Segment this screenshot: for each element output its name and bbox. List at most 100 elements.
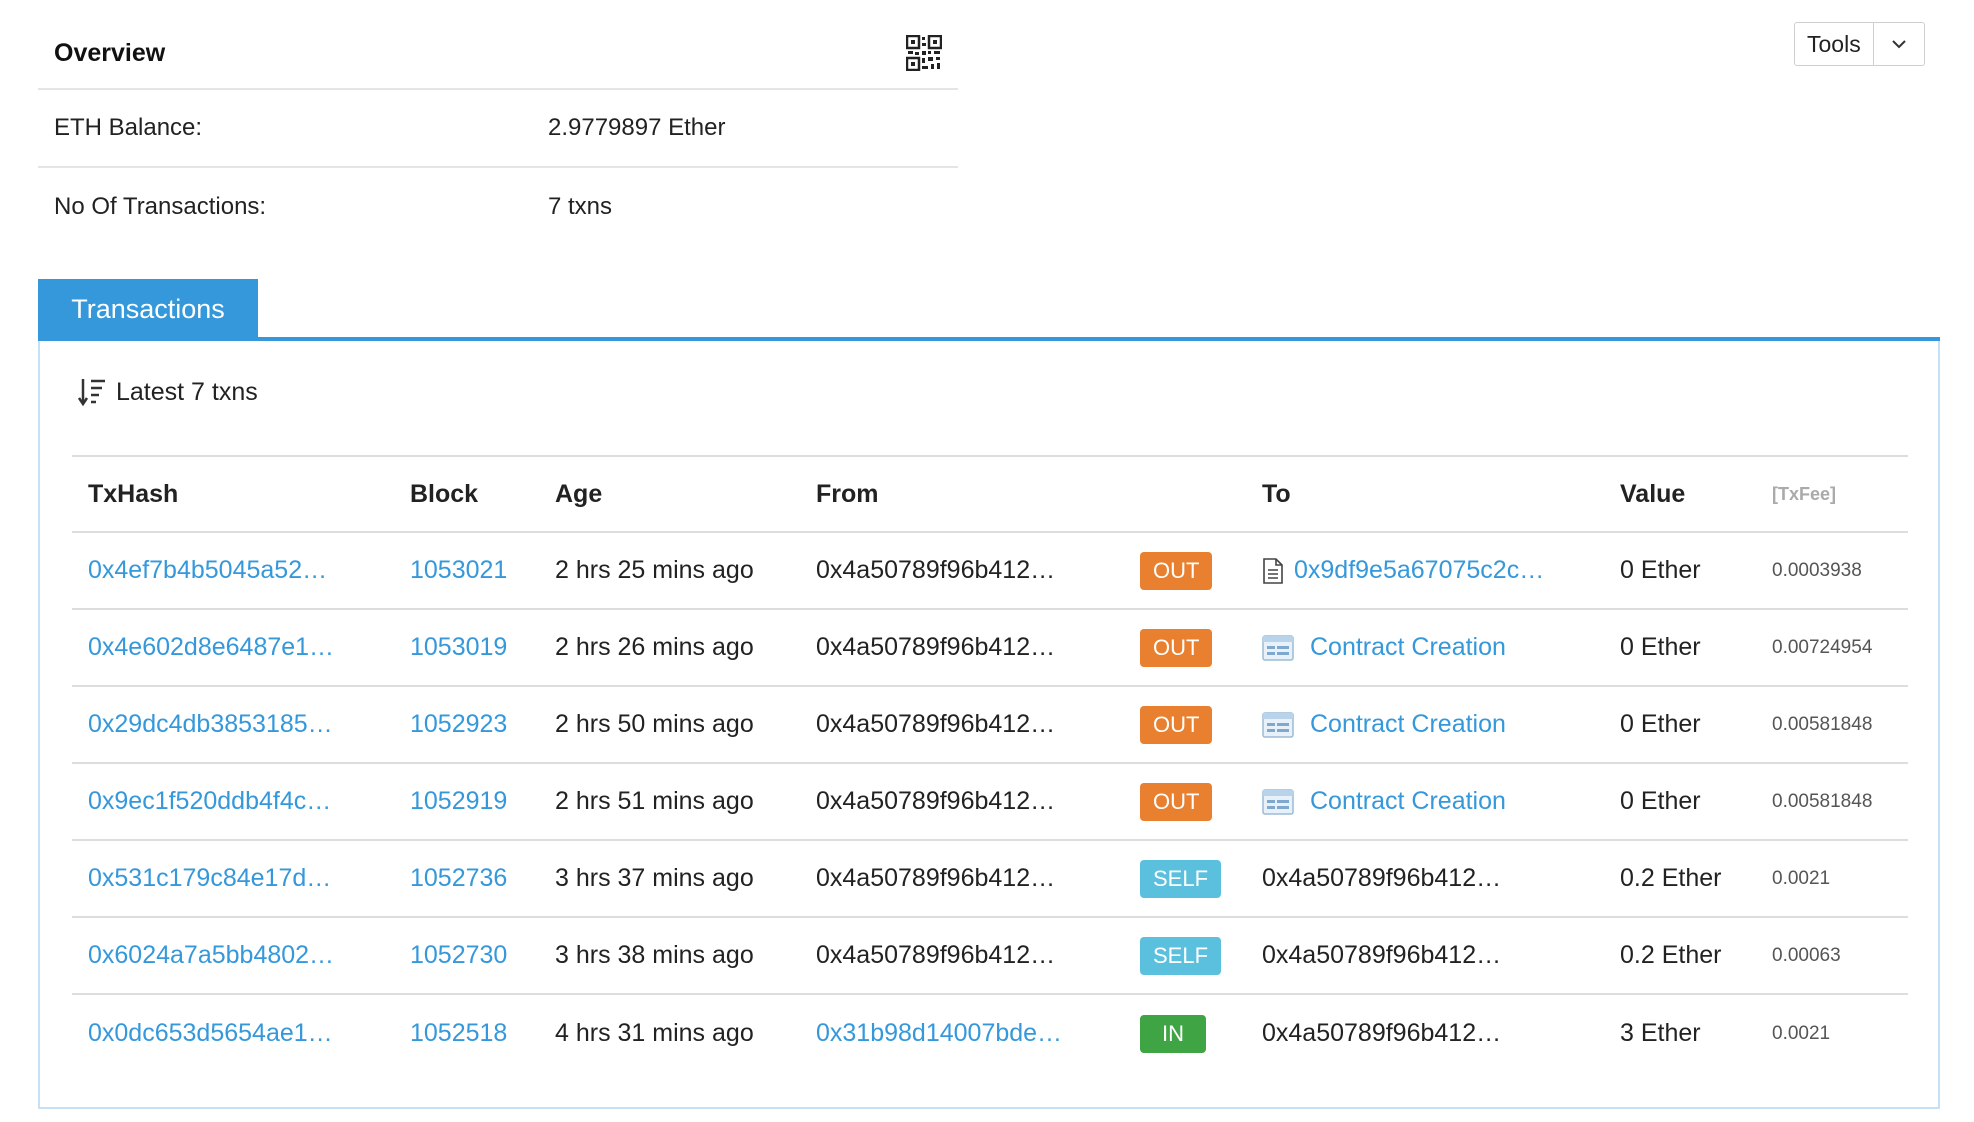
sort-descending-icon xyxy=(78,379,105,407)
tx-to-link[interactable]: 0x9df9e5a67075c2c… xyxy=(1294,556,1544,585)
contract-creation-icon xyxy=(1262,711,1294,738)
badge-in: IN xyxy=(1140,1014,1206,1053)
block-link[interactable]: 1052730 xyxy=(410,918,507,993)
table-row: 0x4ef7b4b5045a52… 1053021 2 hrs 25 mins … xyxy=(72,533,1908,610)
tx-from: 0x4a50789f96b412… xyxy=(816,941,1056,969)
tx-age: 2 hrs 25 mins ago xyxy=(555,556,754,584)
eth-balance-value: 2.9779897 Ether xyxy=(548,114,726,141)
tx-hash-link[interactable]: 0x4ef7b4b5045a52… xyxy=(88,533,327,608)
direction-badge: OUT xyxy=(1140,533,1213,608)
badge-out: OUT xyxy=(1140,628,1213,667)
overview-panel: Overview ETH Balance: 2.9779897 Ether No… xyxy=(38,18,958,246)
tx-value: 0 Ether xyxy=(1620,633,1701,661)
table-row: 0x6024a7a5bb4802… 1052730 3 hrs 38 mins … xyxy=(72,918,1908,995)
block-link[interactable]: 1052919 xyxy=(410,764,507,839)
table-row: 0x0dc653d5654ae1… 1052518 4 hrs 31 mins … xyxy=(72,995,1908,1072)
tx-age: 4 hrs 31 mins ago xyxy=(555,1019,754,1047)
tx-fee: 0.0021 xyxy=(1772,1022,1831,1044)
tx-value: 0.2 Ether xyxy=(1620,864,1722,892)
header-txhash: TxHash xyxy=(88,479,179,508)
badge-self: SELF xyxy=(1140,936,1222,975)
table-row: 0x9ec1f520ddb4f4c… 1052919 2 hrs 51 mins… xyxy=(72,764,1908,841)
tx-value: 0 Ether xyxy=(1620,787,1701,815)
tx-value: 3 Ether xyxy=(1620,1019,1701,1047)
latest-txns-heading: Latest 7 txns xyxy=(78,377,258,407)
tx-to: Contract Creation xyxy=(1262,764,1506,839)
block-link[interactable]: 1053021 xyxy=(410,533,507,608)
direction-badge: OUT xyxy=(1140,687,1213,762)
contract-creation-icon xyxy=(1262,788,1294,815)
tx-hash-link[interactable]: 0x0dc653d5654ae1… xyxy=(88,995,333,1072)
tools-caret-button[interactable] xyxy=(1874,23,1924,65)
tx-value: 0 Ether xyxy=(1620,556,1701,584)
tx-fee: 0.00724954 xyxy=(1772,636,1873,658)
badge-out: OUT xyxy=(1140,782,1213,821)
tx-age: 3 hrs 38 mins ago xyxy=(555,941,754,969)
tx-to: 0x4a50789f96b412… xyxy=(1262,941,1502,969)
tx-hash-link[interactable]: 0x6024a7a5bb4802… xyxy=(88,918,334,993)
tx-count-label: No Of Transactions: xyxy=(54,193,267,220)
transactions-table: TxHash Block Age From To Value [TxFee] 0… xyxy=(72,455,1908,1072)
tx-fee: 0.00581848 xyxy=(1772,713,1873,735)
tools-button[interactable]: Tools xyxy=(1795,23,1874,65)
direction-badge: OUT xyxy=(1140,764,1213,839)
badge-out: OUT xyxy=(1140,551,1213,590)
tx-to: 0x9df9e5a67075c2c… xyxy=(1262,533,1544,608)
tx-from-link[interactable]: 0x31b98d14007bde… xyxy=(816,995,1062,1072)
tx-from: 0x4a50789f96b412… xyxy=(816,864,1056,892)
header-txfee: [TxFee] xyxy=(1772,483,1837,504)
document-icon xyxy=(1263,557,1283,584)
block-link[interactable]: 1052736 xyxy=(410,841,507,916)
direction-badge: SELF xyxy=(1140,918,1222,993)
block-link[interactable]: 1052518 xyxy=(410,995,507,1072)
tx-to-link[interactable]: Contract Creation xyxy=(1310,787,1506,816)
tx-to-link[interactable]: Contract Creation xyxy=(1310,633,1506,662)
tx-to: 0x4a50789f96b412… xyxy=(1262,864,1502,892)
tx-from: 0x4a50789f96b412… xyxy=(816,710,1056,738)
tx-to-link[interactable]: Contract Creation xyxy=(1310,710,1506,739)
overview-title: Overview xyxy=(54,38,166,67)
tx-from: 0x4a50789f96b412… xyxy=(816,556,1056,584)
tx-fee: 0.00581848 xyxy=(1772,790,1873,812)
header-block: Block xyxy=(410,479,479,508)
transactions-panel: Latest 7 txns TxHash Block Age From To V… xyxy=(38,341,1940,1109)
tx-fee: 0.0021 xyxy=(1772,867,1831,889)
badge-self: SELF xyxy=(1140,859,1222,898)
tx-count-row: No Of Transactions: 7 txns xyxy=(38,168,958,246)
tx-hash-link[interactable]: 0x29dc4db3853185… xyxy=(88,687,333,762)
latest-txns-label: Latest 7 txns xyxy=(116,377,258,406)
eth-balance-label: ETH Balance: xyxy=(54,114,203,141)
tools-dropdown[interactable]: Tools xyxy=(1794,22,1925,66)
overview-header: Overview xyxy=(38,18,958,90)
direction-badge: IN xyxy=(1140,995,1206,1072)
block-link[interactable]: 1052923 xyxy=(410,687,507,762)
header-age: Age xyxy=(555,479,603,508)
table-row: 0x29dc4db3853185… 1052923 2 hrs 50 mins … xyxy=(72,687,1908,764)
tx-from: 0x4a50789f96b412… xyxy=(816,787,1056,815)
header-to: To xyxy=(1262,479,1291,508)
tx-age: 2 hrs 50 mins ago xyxy=(555,710,754,738)
tx-value: 0 Ether xyxy=(1620,710,1701,738)
tx-age: 3 hrs 37 mins ago xyxy=(555,864,754,892)
tx-from: 0x4a50789f96b412… xyxy=(816,633,1056,661)
tab-transactions[interactable]: Transactions xyxy=(38,279,258,339)
badge-out: OUT xyxy=(1140,705,1213,744)
direction-badge: OUT xyxy=(1140,610,1213,685)
tx-to: Contract Creation xyxy=(1262,687,1506,762)
tx-to: Contract Creation xyxy=(1262,610,1506,685)
direction-badge: SELF xyxy=(1140,841,1222,916)
eth-balance-row: ETH Balance: 2.9779897 Ether xyxy=(38,90,958,168)
block-link[interactable]: 1053019 xyxy=(410,610,507,685)
contract-creation-icon xyxy=(1262,634,1294,661)
chevron-down-icon xyxy=(1891,40,1906,49)
table-header: TxHash Block Age From To Value [TxFee] xyxy=(72,455,1908,533)
tx-hash-link[interactable]: 0x9ec1f520ddb4f4c… xyxy=(88,764,331,839)
tx-age: 2 hrs 51 mins ago xyxy=(555,787,754,815)
qr-code-icon[interactable] xyxy=(906,35,942,71)
tx-hash-link[interactable]: 0x4e602d8e6487e1… xyxy=(88,610,334,685)
tx-hash-link[interactable]: 0x531c179c84e17d… xyxy=(88,841,331,916)
table-row: 0x4e602d8e6487e1… 1053019 2 hrs 26 mins … xyxy=(72,610,1908,687)
table-row: 0x531c179c84e17d… 1052736 3 hrs 37 mins … xyxy=(72,841,1908,918)
tx-to: 0x4a50789f96b412… xyxy=(1262,1019,1502,1047)
tx-fee: 0.0003938 xyxy=(1772,559,1862,581)
